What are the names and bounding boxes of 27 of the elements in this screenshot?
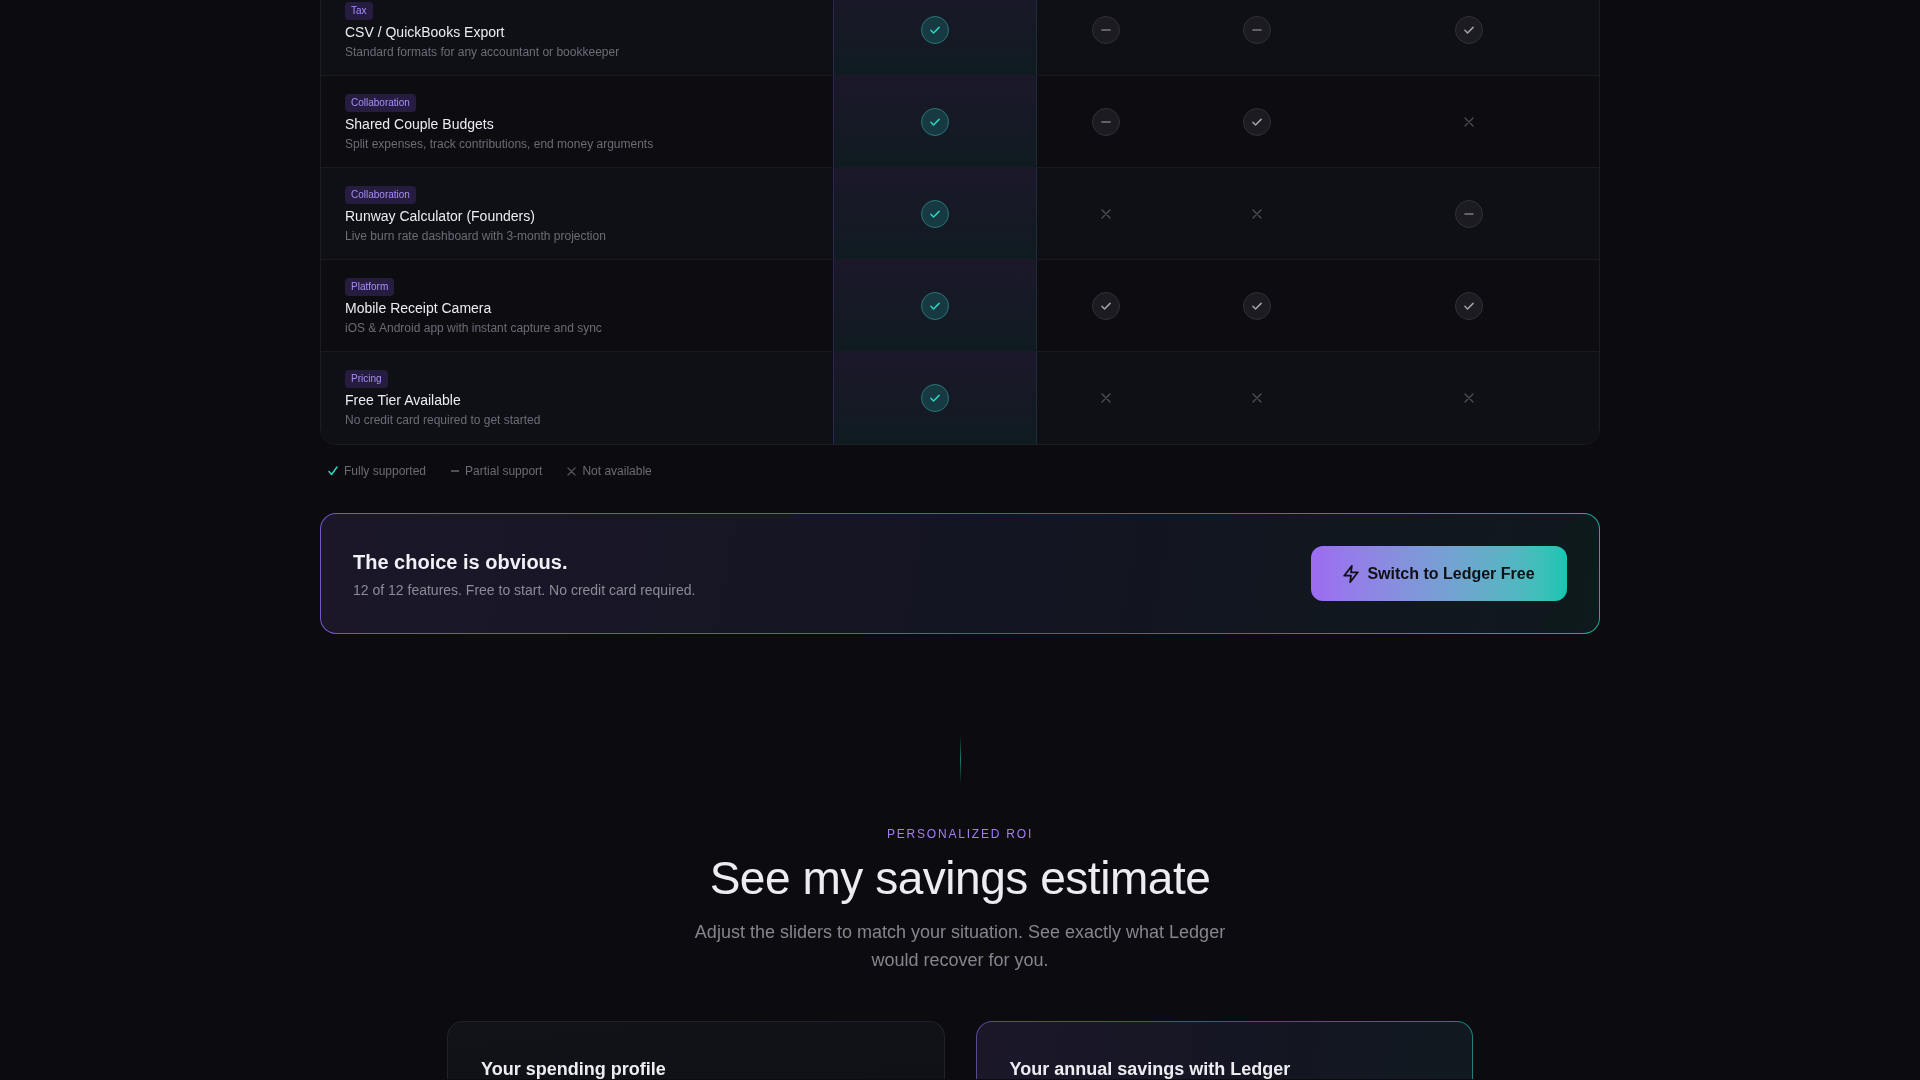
section-heading: See my savings estimate: [709, 851, 1211, 906]
feature-description: Live burn rate dashboard with 3-month projection: [345, 228, 606, 244]
section-eyebrow: PERSONALIZED ROI: [886, 826, 1034, 842]
category-tag: Collaboration: [345, 186, 416, 204]
feature-name: Shared Couple Budgets: [345, 115, 494, 134]
legend-label: Fully supported: [344, 463, 427, 479]
category-tag: Pricing: [345, 370, 388, 388]
category-tag: Tax: [345, 2, 373, 20]
cta-text: 12 of 12 features. Free to start. No credit card required.: [353, 580, 696, 600]
card-title: Your spending profile: [481, 1058, 666, 1080]
feature-description: iOS & Android app with instant capture and sync: [345, 320, 602, 336]
lightning-icon: [1343, 564, 1360, 583]
feature-name: Free Tier Available: [345, 391, 461, 410]
feature-description: Standard formats for any accountant or bookkeeper: [345, 44, 620, 60]
legend-label: Partial support: [465, 463, 543, 479]
card-title: Your annual savings with Ledger: [1009, 1058, 1291, 1080]
category-tag: Platform: [345, 278, 395, 296]
feature-description: Split expenses, track contributions, end money arguments: [345, 136, 654, 152]
feature-name: Runway Calculator (Founders): [345, 207, 535, 226]
switch-button[interactable]: Switch to Ledger Free: [1311, 546, 1567, 601]
feature-description: No credit card required to get started: [345, 412, 541, 428]
category-tag: Collaboration: [345, 94, 416, 112]
legend-label: Not available: [582, 463, 652, 479]
feature-name: Mobile Receipt Camera: [345, 299, 492, 318]
cta-title: The choice is obvious.: [353, 549, 568, 575]
feature-name: CSV / QuickBooks Export: [345, 23, 505, 42]
section-subtitle: Adjust the sliders to match your situation. See exactly what Ledger would recover for you.: [693, 921, 1227, 972]
